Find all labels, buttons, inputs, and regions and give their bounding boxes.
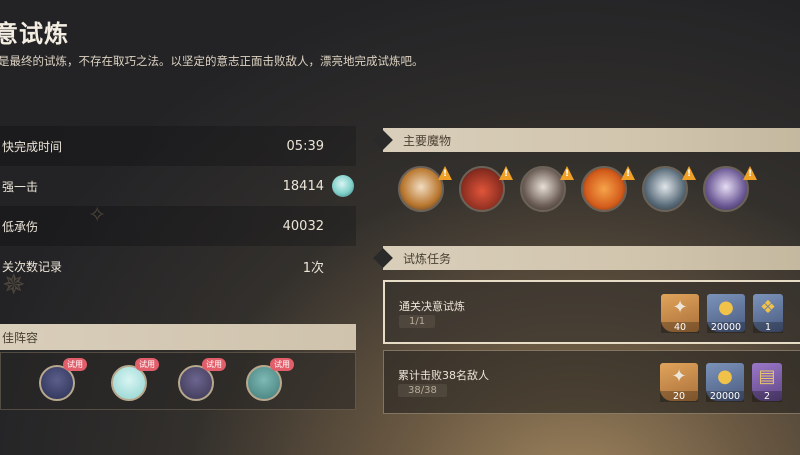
task-name: 累计击败38名敌人 [398, 369, 489, 382]
party-member-4-avatar[interactable]: 试用 [246, 358, 294, 401]
stat-row-clear-count: 关次数记录 1次 [0, 246, 356, 286]
decorative-star-icon: ✧ [88, 203, 107, 228]
warning-icon: ! [621, 166, 635, 180]
monster-1-icon[interactable]: ! [398, 166, 452, 212]
party-member-1-avatar[interactable]: 试用 [39, 358, 87, 401]
stat-value: 1次 [302, 260, 324, 276]
monster-5-icon[interactable]: ! [642, 166, 696, 212]
reward-amount: 20 [660, 391, 698, 402]
monster-4-icon[interactable]: ! [581, 166, 635, 212]
monster-3-icon[interactable]: ! [520, 166, 574, 212]
warning-icon: ! [682, 166, 696, 180]
task-progress: 1/1 [399, 315, 436, 328]
reward-coin-icon[interactable]: ● 20000 [706, 363, 744, 402]
reward-book-icon[interactable]: ▤ 2 [752, 363, 782, 402]
lineup-header: 佳阵容 [0, 324, 356, 350]
task-name: 通关决意试炼 [399, 300, 465, 313]
reward-amount: 20000 [707, 322, 745, 333]
lineup-panel: 试用 试用 试用 试用 [0, 352, 356, 410]
trial-badge: 试用 [63, 358, 87, 371]
tasks-header: 试炼任务 [383, 246, 800, 270]
stat-row-strongest-hit: 强一击 18414 [0, 166, 356, 206]
character-avatar [332, 175, 354, 197]
page-subtitle: 是最终的试炼，不存在取巧之法。以坚定的意志正面击败敌人，漂亮地完成试炼吧。 [0, 54, 424, 68]
reward-crystal-icon[interactable]: ✦ 40 [661, 294, 699, 333]
warning-icon: ! [743, 166, 757, 180]
warning-icon: ! [499, 166, 513, 180]
party-member-2-avatar[interactable]: 试用 [111, 358, 159, 401]
stat-label: 低承伤 [2, 219, 39, 234]
trial-badge: 试用 [270, 358, 294, 371]
stat-value: 18414 [282, 178, 324, 194]
trial-badge: 试用 [135, 358, 159, 371]
stat-value: 05:39 [286, 138, 324, 154]
stat-row-lowest-damage: 低承伤 40032 [0, 206, 356, 246]
stat-label: 快完成时间 [2, 139, 63, 154]
reward-feather-icon[interactable]: ❖ 1 [753, 294, 783, 333]
decorative-compass-icon: ✵ [2, 268, 26, 301]
party-member-3-avatar[interactable]: 试用 [178, 358, 226, 401]
stat-label: 强一击 [2, 179, 39, 194]
task-item-clear-trial[interactable]: 通关决意试炼 1/1 ✦ 40 ● 20000 ❖ 1 [383, 280, 800, 344]
monster-6-icon[interactable]: ! [703, 166, 757, 212]
monsters-header: 主要魔物 [383, 128, 800, 152]
reward-amount: 2 [752, 391, 782, 402]
monster-list: ! ! ! ! ! ! [398, 166, 798, 216]
reward-amount: 1 [753, 322, 783, 333]
stat-row-fastest-time: 快完成时间 05:39 [0, 126, 356, 166]
stats-panel: 快完成时间 05:39 强一击 18414 低承伤 40032 关次数记录 1次 [0, 126, 356, 286]
reward-amount: 40 [661, 322, 699, 333]
reward-crystal-icon[interactable]: ✦ 20 [660, 363, 698, 402]
reward-coin-icon[interactable]: ● 20000 [707, 294, 745, 333]
reward-amount: 20000 [706, 391, 744, 402]
trial-badge: 试用 [202, 358, 226, 371]
warning-icon: ! [438, 166, 452, 180]
monster-2-icon[interactable]: ! [459, 166, 513, 212]
page-title: 意试炼 [0, 20, 69, 48]
task-item-defeat-enemies[interactable]: 累计击败38名敌人 38/38 ✦ 20 ● 20000 ▤ 2 [383, 350, 800, 414]
task-progress: 38/38 [398, 384, 447, 397]
warning-icon: ! [560, 166, 574, 180]
stat-value: 40032 [282, 218, 324, 234]
